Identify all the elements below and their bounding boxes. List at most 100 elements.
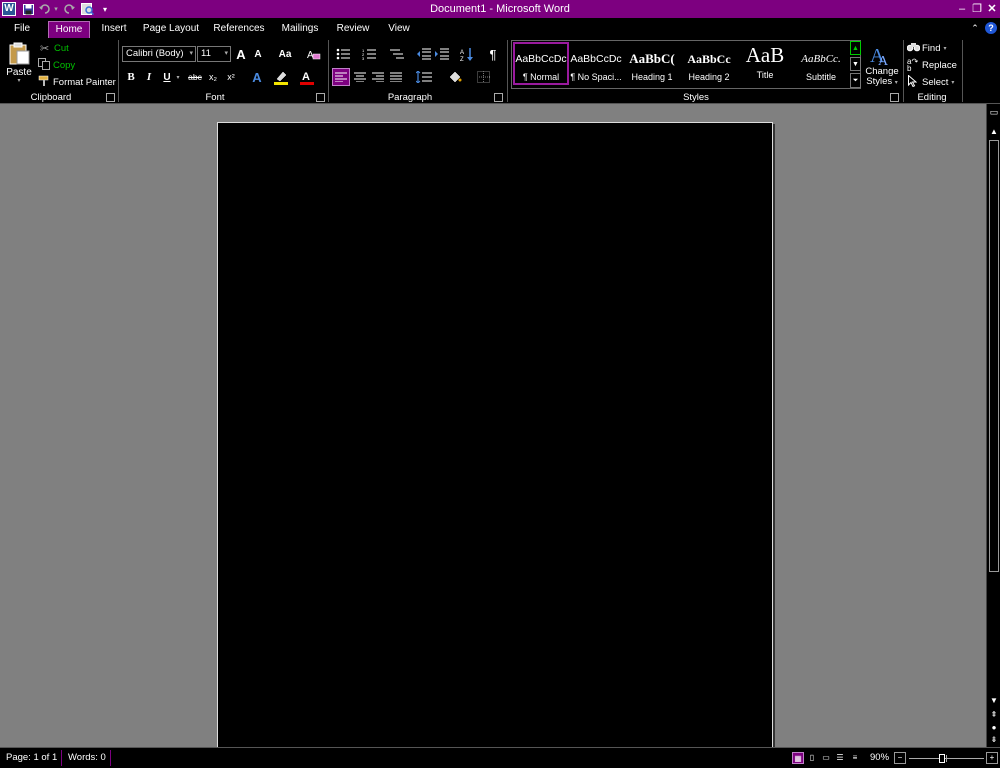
cut-button[interactable]: ✂ Cut [40, 41, 69, 55]
find-button[interactable]: Find ▾ [906, 41, 947, 55]
tab-view[interactable]: View [382, 21, 416, 38]
shading-button[interactable] [444, 68, 466, 86]
select-browse-object-icon[interactable]: ● [987, 722, 1000, 734]
line-spacing-button[interactable] [413, 68, 435, 86]
align-right-button[interactable] [369, 68, 387, 86]
previous-page-icon[interactable]: ⇞ [987, 709, 1000, 721]
borders-button[interactable] [471, 68, 495, 86]
italic-button[interactable]: I [142, 69, 156, 85]
style-no-spacing[interactable]: AaBbCcDc ¶ No Spaci... [568, 42, 624, 85]
subscript-icon: x₂ [209, 72, 217, 82]
multilevel-list-button[interactable] [386, 46, 408, 62]
document-canvas[interactable] [0, 104, 986, 748]
highlight-button[interactable] [272, 69, 290, 85]
decrease-indent-icon [417, 48, 431, 60]
chevron-down-icon: ▾ [943, 45, 947, 52]
numbering-button[interactable]: 123 [358, 46, 380, 62]
print-layout-view-icon[interactable]: ▦ [792, 752, 804, 764]
style-title[interactable]: AaB Title [737, 42, 793, 85]
font-dialog-launcher[interactable] [316, 93, 325, 102]
document-page[interactable] [217, 122, 773, 748]
underline-button[interactable]: U [160, 69, 174, 85]
next-page-icon[interactable]: ⇟ [987, 734, 1000, 746]
styles-scroll-down[interactable]: ▼ [850, 57, 861, 71]
scroll-down-icon[interactable]: ▼ [987, 695, 1000, 707]
tab-home[interactable]: Home [48, 21, 90, 38]
format-painter-button[interactable]: Format Painter [38, 75, 116, 89]
editing-group-label: Editing [917, 92, 947, 103]
tab-review[interactable]: Review [332, 21, 374, 38]
styles-dialog-launcher[interactable] [890, 93, 899, 102]
paragraph-group-label: Paragraph [387, 92, 433, 103]
subscript-button[interactable]: x₂ [206, 69, 220, 85]
minimize-ribbon-icon[interactable]: ⌃ [968, 21, 982, 35]
bold-button[interactable]: B [124, 69, 138, 85]
zoom-level[interactable]: 90% [870, 752, 889, 763]
select-button[interactable]: Select ▾ [908, 73, 954, 89]
highlighter-icon [274, 71, 288, 85]
decrease-indent-button[interactable] [416, 46, 432, 62]
help-icon[interactable]: ? [985, 22, 997, 34]
increase-indent-button[interactable] [434, 46, 450, 62]
close-icon[interactable]: ✕ [985, 2, 999, 16]
change-styles-line2: Styles [866, 75, 893, 87]
copy-button[interactable]: Copy [38, 57, 75, 72]
word-count[interactable]: Words: 0 [68, 752, 106, 763]
sort-button[interactable]: AZ [459, 46, 475, 62]
align-left-button[interactable] [332, 68, 350, 86]
italic-icon: I [146, 71, 152, 83]
superscript-button[interactable]: x² [224, 69, 238, 85]
scroll-up-icon[interactable]: ▲ [987, 126, 1000, 138]
styles-scroll-up[interactable]: ▲ [850, 41, 861, 55]
style-subtitle[interactable]: AaBbCc. Subtitle [793, 42, 849, 85]
underline-dropdown-icon[interactable]: ▾ [175, 69, 181, 85]
scrollbar-thumb[interactable] [989, 140, 999, 572]
justify-icon [390, 72, 402, 82]
bullets-button[interactable] [332, 46, 354, 62]
change-case-button[interactable]: Aa [275, 46, 295, 62]
zoom-out-icon[interactable]: − [894, 752, 906, 764]
align-center-button[interactable] [351, 68, 369, 86]
zoom-slider-thumb[interactable] [939, 754, 946, 763]
text-effects-button[interactable]: A [249, 69, 265, 85]
zoom-in-icon[interactable]: + [986, 752, 998, 764]
full-screen-reading-icon[interactable]: ▯ [806, 752, 818, 764]
paragraph-dialog-launcher[interactable] [494, 93, 503, 102]
clipboard-dialog-launcher[interactable] [106, 93, 115, 102]
justify-button[interactable] [387, 68, 405, 86]
tab-references[interactable]: References [210, 21, 268, 38]
page-count[interactable]: Page: 1 of 1 [6, 752, 57, 763]
font-name-combo[interactable]: Calibri (Body) ▾ [122, 46, 196, 62]
window-title: Document1 - Microsoft Word [430, 3, 570, 15]
minimize-icon[interactable]: – [955, 2, 969, 16]
binoculars-icon [906, 41, 922, 55]
font-size-combo[interactable]: 11 ▾ [197, 46, 231, 62]
tab-insert[interactable]: Insert [96, 21, 132, 38]
paste-button[interactable]: Paste ▾ [4, 40, 34, 86]
web-layout-view-icon[interactable]: ▭ [820, 752, 832, 764]
status-bar: Page: 1 of 1 Words: 0 ▦ ▯ ▭ ☰ ≡ 90% − + [0, 747, 1000, 768]
restore-icon[interactable]: ❐ [970, 2, 984, 16]
tab-mailings[interactable]: Mailings [276, 21, 324, 38]
styles-more[interactable]: ⏷ [850, 73, 861, 88]
grow-font-button[interactable]: A [234, 46, 248, 62]
paintbrush-icon [38, 75, 53, 90]
replace-button[interactable]: a↷ b Replace [907, 57, 957, 73]
draft-view-icon[interactable]: ≡ [849, 752, 861, 764]
show-hide-button[interactable]: ¶ [485, 46, 501, 62]
shrink-font-button[interactable]: A [252, 46, 264, 62]
tab-file[interactable]: File [2, 21, 42, 38]
replace-icon: a↷ b [907, 57, 919, 73]
paste-dropdown-icon: ▾ [17, 78, 21, 84]
tab-page-layout[interactable]: Page Layout [140, 21, 202, 38]
vertical-scrollbar[interactable]: ▭ ▲ ▼ ⇞ ● ⇟ [986, 104, 1000, 747]
view-ruler-icon[interactable]: ▭ [987, 106, 1000, 118]
style-heading-2[interactable]: AaBbCc Heading 2 [681, 42, 737, 85]
outline-view-icon[interactable]: ☰ [834, 752, 846, 764]
style-normal[interactable]: AaBbCcDc ¶ Normal [513, 42, 569, 85]
font-color-button[interactable]: A [298, 69, 316, 85]
clear-formatting-button[interactable]: A [306, 46, 322, 62]
strikethrough-button[interactable]: abc [186, 69, 204, 85]
style-heading-1[interactable]: AaBbC( Heading 1 [624, 42, 680, 85]
change-styles-button[interactable]: AA Change Styles ▾ [864, 40, 900, 90]
